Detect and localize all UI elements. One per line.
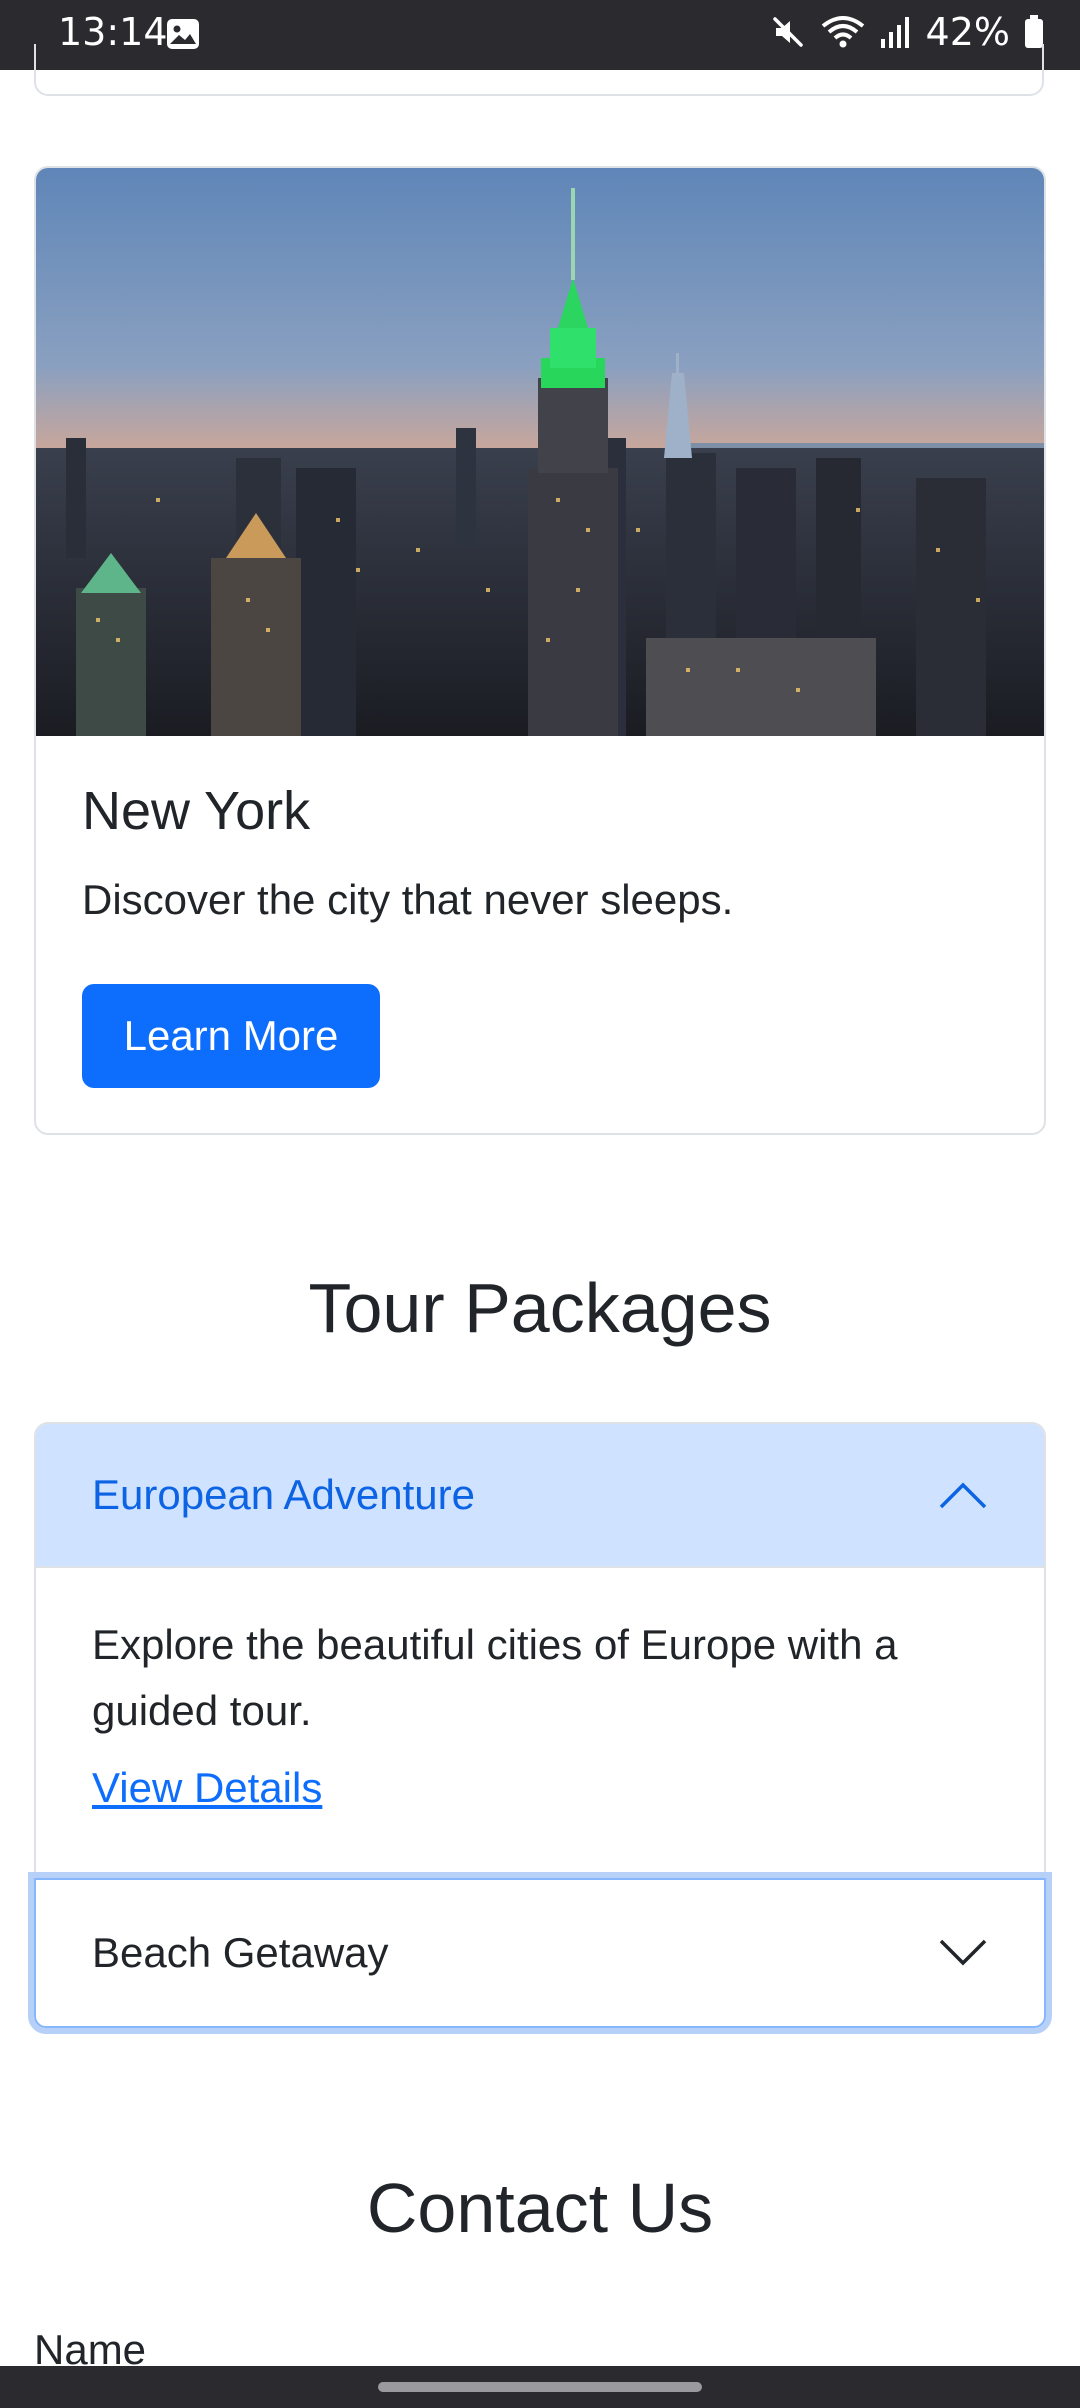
tour-packages-accordion: European Adventure Explore the beautiful… — [34, 1422, 1046, 1874]
contact-us-heading: Contact Us — [366, 2169, 714, 2247]
tour-packages-heading: Tour Packages — [308, 1269, 772, 1347]
accordion-body-european-adventure: Explore the beautiful cities of Europe w… — [36, 1568, 1044, 1874]
chevron-up-icon — [939, 1482, 987, 1509]
home-gesture-handle[interactable] — [378, 2382, 702, 2392]
card-description: Discover the city that never sleeps. — [82, 876, 734, 923]
view-details-link[interactable]: View Details — [92, 1764, 322, 1812]
accordion-header-beach-getaway[interactable]: Beach Getaway — [34, 1878, 1046, 2028]
accordion-header-label: Beach Getaway — [92, 1929, 389, 1976]
accordion-item-beach-getaway: Beach Getaway — [28, 1872, 1052, 2034]
city-skyline-image — [36, 168, 1044, 736]
card-title: New York — [82, 781, 311, 841]
chevron-down-icon — [939, 1939, 987, 1966]
accordion-header-european-adventure[interactable]: European Adventure — [36, 1424, 1044, 1568]
city-card: New York Discover the city that never sl… — [34, 166, 1046, 1135]
system-navigation-bar — [0, 2366, 1080, 2408]
learn-more-button[interactable]: Learn More — [82, 984, 380, 1088]
accordion-item-european-adventure: European Adventure Explore the beautiful… — [34, 1422, 1046, 1874]
previous-card-edge — [34, 44, 1044, 96]
accordion-header-label: European Adventure — [92, 1471, 475, 1518]
accordion-body-text: Explore the beautiful cities of Europe w… — [92, 1621, 898, 1734]
